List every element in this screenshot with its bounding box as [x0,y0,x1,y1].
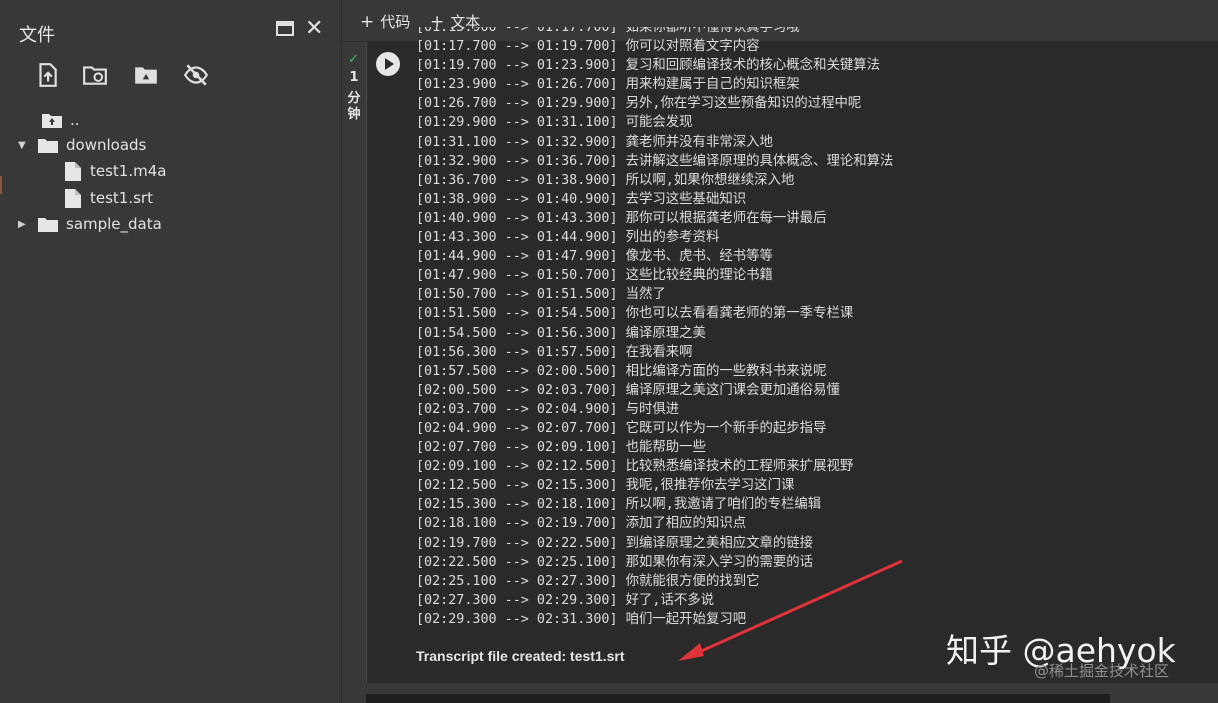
transcript-created-message: Transcript file created: test1.srt [416,648,625,664]
output-line: [01:23.900 --> 01:26.700] 用来构建属于自己的知识框架 [416,77,800,93]
next-cell-strip[interactable] [366,694,1110,703]
tree-item-label: .. [70,111,80,129]
output-line: [02:07.700 --> 02:09.100] 也能帮助一些 [416,440,706,456]
output-line: [01:36.700 --> 01:38.900] 所以啊,如果你想继续深入地 [416,172,795,188]
hide-files-icon[interactable] [183,62,209,88]
output-line: [02:15.300 --> 02:18.100] 所以啊,我邀请了咱们的专栏编… [416,497,822,513]
tree-item-parent[interactable]: .. [42,109,80,131]
file-icon [65,188,81,208]
window-icon[interactable] [276,21,294,36]
output-line: [02:12.500 --> 02:15.300] 我呢,很推荐你去学习这门课 [416,478,795,494]
file-browser-panel: 文件 ✕ .. ▼ downloads test1.m4a test1.srt [0,0,342,703]
exec-time-number: 1 [349,70,359,85]
folder-icon [38,217,58,232]
output-line: [01:17.700 --> 01:19.700] 你可以对照着文字内容 [416,39,760,55]
output-line: [01:40.900 --> 01:43.300] 那你可以根据龚老师在每一讲最… [416,210,827,226]
tree-item-sample-data[interactable]: ▶ sample_data [18,213,162,235]
cell-gutter: ✓ 1 分 钟 [342,42,366,703]
drive-folder-icon[interactable] [133,62,159,88]
tree-item-label: test1.m4a [90,162,167,180]
output-lines: [01:15.900 --> 01:17.700] 如果你都听不懂得认真学习哦 … [416,27,893,629]
output-line: [01:29.900 --> 01:31.100] 可能会发现 [416,115,693,131]
output-line: [01:19.700 --> 01:23.900] 复习和回顾编译技术的核心概念… [416,58,881,74]
output-line: [01:43.300 --> 01:44.900] 列出的参考资料 [416,230,720,246]
panel-title: 文件 [19,25,55,46]
refresh-folder-icon[interactable] [82,62,108,88]
close-icon[interactable]: ✕ [305,16,323,42]
watermark-juejin: @稀土掘金技术社区 [1034,662,1170,680]
check-icon: ✓ [348,52,359,67]
parent-folder-icon [42,113,62,128]
output-line: [01:47.900 --> 01:50.700] 这些比较经典的理论书籍 [416,268,773,284]
tree-item-downloads[interactable]: ▼ downloads [18,134,146,156]
output-line: [01:38.900 --> 01:40.900] 去学习这些基础知识 [416,191,747,207]
resize-handle[interactable] [0,176,2,194]
output-line: [01:44.900 --> 01:47.900] 像龙书、虎书、经书等等 [416,249,773,265]
output-line: [01:26.700 --> 01:29.900] 另外,你在学习这些预备知识的… [416,96,862,112]
output-line: [01:32.900 --> 01:36.700] 去讲解这些编译原理的具体概念… [416,153,894,169]
red-arrow-annotation [678,559,903,661]
output-line: [01:56.300 --> 01:57.500] 在我看来啊 [416,344,693,360]
output-line: [01:57.500 --> 02:00.500] 相比编译方面的一些教科书来说… [416,363,827,379]
add-code-button[interactable]: + 代码 [360,11,410,32]
output-line: [02:09.100 --> 02:12.500] 比较熟悉编译技术的工程师来扩… [416,459,854,475]
output-line: [02:00.500 --> 02:03.700] 编译原理之美这门课会更加通俗… [416,382,840,398]
caret-right-icon[interactable]: ▶ [18,219,28,230]
run-cell-button[interactable] [376,52,400,76]
output-line: [01:50.700 --> 01:51.500] 当然了 [416,287,666,303]
tree-item-test1-srt[interactable]: test1.srt [65,187,153,209]
plus-icon: + [360,12,375,32]
output-line: [01:51.500 --> 01:54.500] 你也可以去看看龚老师的第一季… [416,306,854,322]
caret-down-icon[interactable]: ▼ [18,140,28,151]
output-line: [02:03.700 --> 02:04.900] 与时俱进 [416,401,680,417]
tree-item-label: test1.srt [90,189,153,207]
output-line-partial: [01:15.900 --> 01:17.700] 如果你都听不懂得认真学习哦 [416,27,800,35]
tree-item-label: downloads [66,136,147,154]
upload-icon[interactable] [34,62,60,88]
cell-output: [01:15.900 --> 01:17.700] 如果你都听不懂得认真学习哦 … [416,27,1176,641]
output-line: [01:54.500 --> 01:56.300] 编译原理之美 [416,325,706,341]
file-icon [65,161,81,181]
output-line: [01:31.100 --> 01:32.900] 龚老师并没有非常深入地 [416,134,773,150]
output-line: [02:04.900 --> 02:07.700] 它既可以作为一个新手的起步指… [416,420,827,436]
tree-item-test1-m4a[interactable]: test1.m4a [65,160,166,182]
tree-item-label: sample_data [66,215,162,233]
output-line: [02:19.700 --> 02:22.500] 到编译原理之美相应文章的链接 [416,535,814,551]
output-line: [02:18.100 --> 02:19.700] 添加了相应的知识点 [416,516,747,532]
add-code-label: 代码 [380,13,411,31]
exec-time-unit-2: 钟 [347,107,361,122]
folder-icon [38,138,58,153]
